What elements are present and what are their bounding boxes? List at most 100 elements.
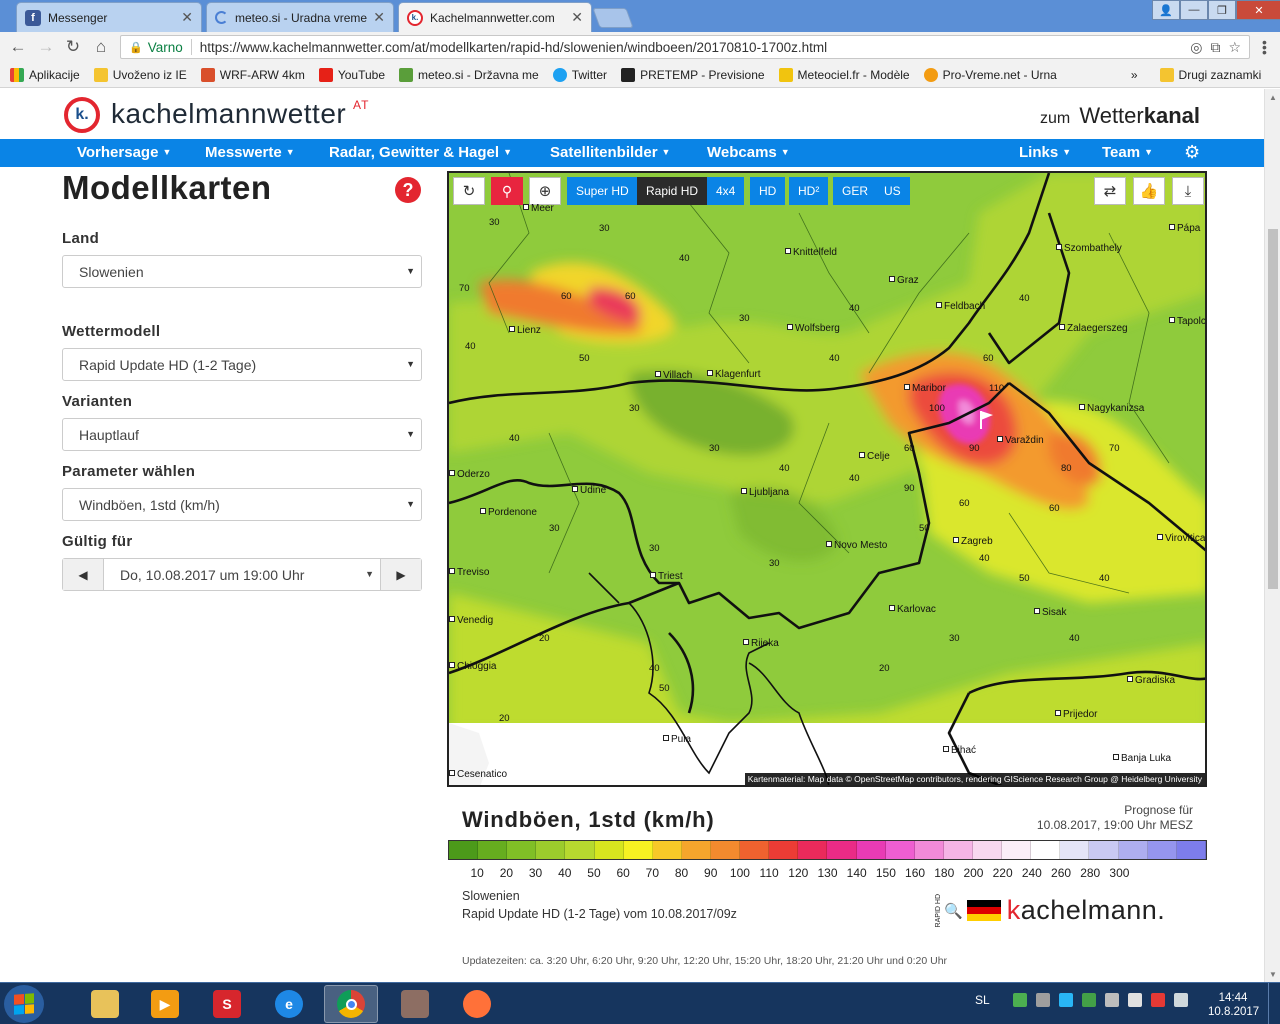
bookmark-meteo[interactable]: meteo.si - Državna me [392,67,546,82]
bookmark-meteociel[interactable]: Meteociel.fr - Modèle [772,67,917,82]
site-logo-text[interactable]: kachelmannwetter [111,98,346,130]
show-desktop-button[interactable] [1268,983,1280,1024]
land-select[interactable]: Slowenien ▼ [62,255,422,288]
tray-icon[interactable] [1081,993,1096,1007]
prev-time-button[interactable]: ◀ [63,559,103,590]
bookmark-youtube[interactable]: YouTube [312,67,392,82]
leaf-icon[interactable] [1012,993,1027,1007]
bookmark-twitter[interactable]: Twitter [546,67,614,82]
bookmark-other[interactable]: Drugi zaznamki [1153,67,1269,82]
translate-icon[interactable]: ⧉ [1210,39,1220,56]
param-select[interactable]: Windböen, 1std (km/h) ▼ [62,488,422,521]
gear-icon[interactable]: ⚙ [1184,142,1200,163]
kachelmann-logo-icon[interactable]: k. [64,97,100,133]
close-icon[interactable]: ✕ [373,9,385,26]
reload-map-icon[interactable]: ↻ [453,177,485,205]
scroll-down-icon[interactable]: ▼ [1265,966,1280,982]
location-icon[interactable]: ◎ [1190,39,1202,56]
sidebar: Modellkarten ? Land Slowenien ▼ Wettermo… [62,169,422,591]
next-time-button[interactable]: ▶ [381,559,421,590]
nav-vorhersage[interactable]: Vorhersage ▼ [77,144,171,161]
bookmark-ie[interactable]: Uvoženo iz IE [87,67,194,82]
taskbar-chrome[interactable] [324,985,378,1023]
legend-run: Rapid Update HD (1-2 Tage) vom 10.08.201… [462,907,737,921]
nav-label: Satellitenbilder [550,144,658,161]
reload-button[interactable]: ↻ [63,37,83,57]
window-close-button[interactable]: ✕ [1236,0,1280,20]
url-text[interactable]: https://www.kachelmannwetter.com/at/mode… [200,40,827,55]
language-indicator[interactable]: SL [975,993,990,1007]
chrome-icon [337,990,365,1018]
back-button[interactable]: ← [8,37,28,57]
bookmark-provreme[interactable]: Pro-Vreme.net - Urna [917,67,1064,82]
model-button-hd[interactable]: HD [750,177,786,205]
taskbar-clock[interactable]: 14:44 10.8.2017 [1208,991,1259,1019]
menu-icon[interactable]: • • • [1262,35,1267,59]
swap-icon[interactable]: ⇄ [1094,177,1126,205]
model-map[interactable]: ↻ ⚲ ⊕ Super HD Rapid HD 4x4 HD HD² GER U… [447,171,1207,787]
page-scrollbar[interactable]: ▲ ▼ [1264,89,1280,982]
folder-icon [1159,67,1174,82]
close-icon[interactable]: ✕ [571,9,583,26]
nav-webcams[interactable]: Webcams ▼ [707,144,790,161]
forward-button[interactable]: → [36,37,56,57]
nav-team[interactable]: Team ▼ [1102,144,1153,161]
download-icon[interactable]: ⤓ [1172,177,1204,205]
scrollbar-thumb[interactable] [1268,229,1278,589]
valid-date-select[interactable]: Do, 10.08.2017 um 19:00 Uhr ▼ [103,559,381,590]
model-button-us[interactable]: US [875,177,910,205]
nav-messwerte[interactable]: Messwerte ▼ [205,144,295,161]
taskbar-firefox[interactable] [450,985,504,1023]
tab-messenger[interactable]: f Messenger ✕ [16,2,202,32]
bookmark-apps[interactable]: Aplikacije [0,67,87,82]
nav-radar[interactable]: Radar, Gewitter & Hagel ▼ [329,144,512,161]
bookmarks-more-button[interactable]: » [1124,68,1145,82]
action-center-icon[interactable] [1150,993,1165,1007]
model-button-ger[interactable]: GER [833,177,878,205]
taskbar-game[interactable] [388,985,442,1023]
user-icon[interactable]: 👤 [1152,0,1180,20]
model-button-rapid-hd[interactable]: Rapid HD [637,177,708,205]
tab-kachelmann[interactable]: k. Kachelmannwetter.com ✕ [398,2,592,32]
taskbar-media-player[interactable]: ▶ [138,985,192,1023]
minimize-button[interactable]: — [1180,0,1208,20]
model-button-4x4[interactable]: 4x4 [707,177,745,205]
dropdown-arrow-icon: ▼ [406,266,415,276]
zoom-icon[interactable]: ⊕ [529,177,561,205]
model-select[interactable]: Rapid Update HD (1-2 Tage) ▼ [62,348,422,381]
location-pin-icon[interactable]: ⚲ [491,177,523,205]
wetterkanal-link[interactable]: zum Wetterkanal [1040,103,1200,129]
omnibox-icons: ◎ ⧉ ☆ [1190,39,1241,56]
variant-select[interactable]: Hauptlauf ▼ [62,418,422,451]
network-icon[interactable] [1173,993,1188,1007]
scroll-up-icon[interactable]: ▲ [1265,89,1280,105]
new-tab-button[interactable] [592,8,634,28]
tray-icon[interactable] [1035,993,1050,1007]
bookmark-pretemp[interactable]: PRETEMP - Previsione [614,67,771,82]
bookmark-wrf[interactable]: WRF-ARW 4km [194,67,312,82]
taskbar-snagit[interactable]: S [200,985,254,1023]
model-button-super-hd[interactable]: Super HD [567,177,638,205]
color-scale-swatch [478,841,508,859]
volume-icon[interactable] [1127,993,1142,1007]
close-icon[interactable]: ✕ [181,9,193,26]
wetterkanal-b: kanal [1143,103,1200,128]
taskbar-explorer[interactable] [78,985,132,1023]
city-label: Karlovac [889,604,936,615]
tray-icon[interactable] [1058,993,1073,1007]
nav-links[interactable]: Links ▼ [1019,144,1071,161]
nav-satellitenbilder[interactable]: Satellitenbilder ▼ [550,144,670,161]
tab-meteo[interactable]: meteo.si - Uradna vreme ✕ [206,2,394,32]
taskbar-ie[interactable]: e [262,985,316,1023]
start-button[interactable] [4,985,44,1023]
color-scale-swatch [594,841,624,859]
address-bar[interactable]: 🔒 Varno https://www.kachelmannwetter.com… [120,35,1250,59]
bookmark-star-icon[interactable]: ☆ [1228,39,1241,56]
home-button[interactable]: ⌂ [91,37,111,57]
help-icon[interactable]: ? [395,177,421,203]
model-button-hd2[interactable]: HD² [789,177,829,205]
thumbs-up-icon[interactable]: 👍 [1133,177,1165,205]
nav-label: Vorhersage [77,144,159,161]
tray-icon[interactable] [1104,993,1119,1007]
maximize-button[interactable]: ❐ [1208,0,1236,20]
